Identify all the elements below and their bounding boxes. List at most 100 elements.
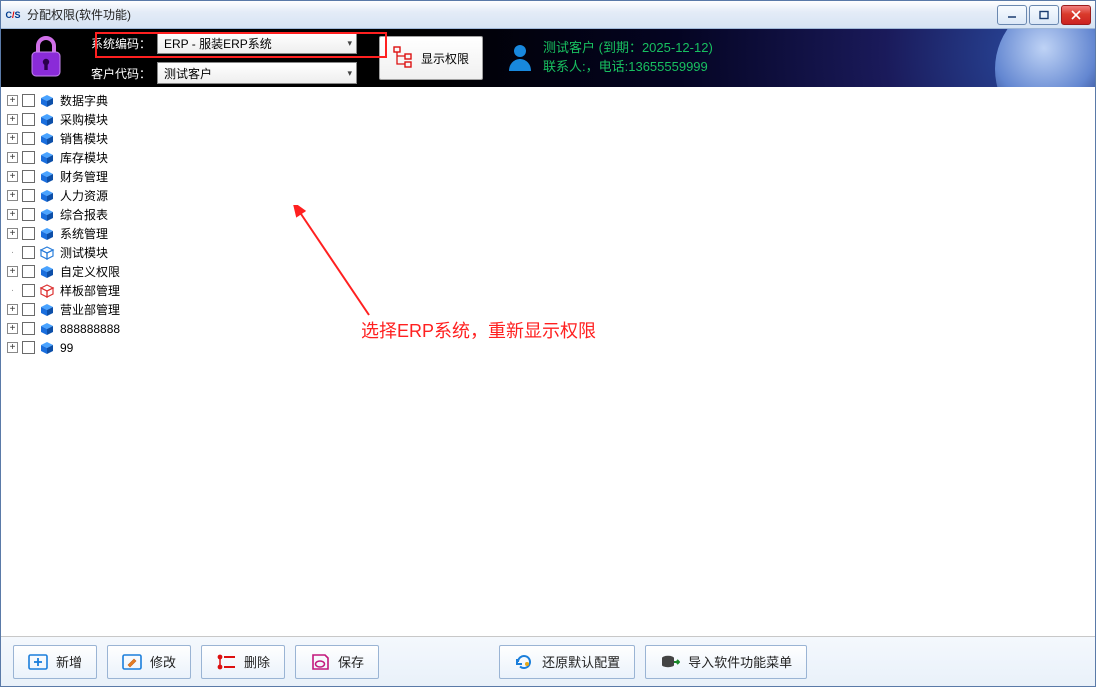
checkbox[interactable] [22,132,35,145]
chevron-down-icon: ▾ [347,38,352,49]
checkbox[interactable] [22,265,35,278]
restore-icon [514,653,534,671]
edit-button[interactable]: 修改 [107,645,191,679]
checkbox[interactable] [22,246,35,259]
permission-tree[interactable]: +数据字典+采购模块+销售模块+库存模块+财务管理+人力资源+综合报表+系统管理… [1,87,1095,636]
cube-icon [39,189,55,203]
lock-icon [11,34,81,83]
expand-icon[interactable]: + [7,209,18,220]
import-icon [660,653,680,671]
checkbox[interactable] [22,208,35,221]
customer-info: 测试客户 (到期：2025-12-12) 联系人:，电话:13655559999 [507,39,713,77]
tree-item[interactable]: ·样板部管理 [7,281,1089,300]
tree-item[interactable]: +数据字典 [7,91,1089,110]
customer-line2: 联系人:，电话:13655559999 [543,58,713,77]
tree-item[interactable]: + 采购模块 [7,110,1089,129]
expand-icon[interactable]: + [7,152,18,163]
expand-icon[interactable]: + [7,95,18,106]
restore-button[interactable]: 还原默认配置 [499,645,635,679]
cube-icon [39,208,55,222]
window-controls [997,5,1091,25]
delete-label: 删除 [244,652,270,671]
add-label: 新增 [56,652,82,671]
cube-icon [39,303,55,317]
expand-icon[interactable]: + [7,133,18,144]
cube-icon [39,94,55,108]
expand-icon[interactable]: + [7,323,18,334]
tree-item[interactable]: ·测试模块 [7,243,1089,262]
tree-item[interactable]: +99 [7,338,1089,357]
expand-icon[interactable]: + [7,190,18,201]
edit-icon [122,653,142,671]
cube-icon [39,284,55,298]
cube-icon [39,113,55,127]
checkbox[interactable] [22,113,35,126]
cube-icon [39,132,55,146]
tree-item[interactable]: + 销售模块 [7,129,1089,148]
tree-item-label: 888888888 [60,322,120,336]
system-code-label: 系统编码： [91,35,151,52]
import-button[interactable]: 导入软件功能菜单 [645,645,807,679]
expand-icon[interactable]: + [7,114,18,125]
minimize-button[interactable] [997,5,1027,25]
tree-item-label: 人力资源 [60,187,108,204]
tree-item[interactable]: + 财务管理 [7,167,1089,186]
checkbox[interactable] [22,151,35,164]
checkbox[interactable] [22,341,35,354]
tree-item[interactable]: +888888888 [7,319,1089,338]
tree-item[interactable]: + 系统管理 [7,224,1089,243]
tree-item-label: 自定义权限 [60,263,120,280]
tree-item-label: 营业部管理 [60,301,120,318]
tree-item-label: 财务管理 [60,168,108,185]
add-icon [28,653,48,671]
checkbox[interactable] [22,170,35,183]
restore-label: 还原默认配置 [542,652,620,671]
chevron-down-icon: ▾ [347,68,352,79]
checkbox[interactable] [22,284,35,297]
cube-icon [39,322,55,336]
cube-icon [39,341,55,355]
checkbox[interactable] [22,94,35,107]
customer-code-label: 客户代码： [91,65,151,82]
tree-item-label: 采购模块 [60,111,108,128]
add-button[interactable]: 新增 [13,645,97,679]
save-icon [310,653,330,671]
tree-connector: · [7,247,18,258]
window-title: 分配权限(软件功能) [27,6,131,23]
checkbox[interactable] [22,303,35,316]
tree-item[interactable]: + 自定义权限 [7,262,1089,281]
show-permission-button[interactable]: 显示权限 [379,36,483,80]
tree-item[interactable]: + 营业部管理 [7,300,1089,319]
main-area: +数据字典+采购模块+销售模块+库存模块+财务管理+人力资源+综合报表+系统管理… [1,87,1095,636]
cube-icon [39,265,55,279]
tree-item-label: 综合报表 [60,206,108,223]
checkbox[interactable] [22,189,35,202]
tree-item-label: 系统管理 [60,225,108,242]
tree-item-label: 销售模块 [60,130,108,147]
titlebar: C/S 分配权限(软件功能) [1,1,1095,29]
header-banner: 系统编码： ERP - 服装ERP系统 ▾ 客户代码： 测试客户 ▾ 显示权限 … [1,29,1095,87]
maximize-button[interactable] [1029,5,1059,25]
expand-icon[interactable]: + [7,266,18,277]
cube-icon [39,227,55,241]
expand-icon[interactable]: + [7,304,18,315]
save-button[interactable]: 保存 [295,645,379,679]
customer-code-combo[interactable]: 测试客户 ▾ [157,62,357,84]
tree-item-label: 样板部管理 [60,282,120,299]
close-button[interactable] [1061,5,1091,25]
expand-icon[interactable]: + [7,342,18,353]
system-code-combo[interactable]: ERP - 服装ERP系统 ▾ [157,32,357,54]
person-icon [507,43,533,74]
expand-icon[interactable]: + [7,228,18,239]
tree-item[interactable]: + 综合报表 [7,205,1089,224]
tree-item[interactable]: +库存模块 [7,148,1089,167]
cube-icon [39,170,55,184]
tree-item[interactable]: + 人力资源 [7,186,1089,205]
cube-icon [39,151,55,165]
delete-button[interactable]: 删除 [201,645,285,679]
checkbox[interactable] [22,227,35,240]
edit-label: 修改 [150,652,176,671]
expand-icon[interactable]: + [7,171,18,182]
checkbox[interactable] [22,322,35,335]
customer-code-value: 测试客户 [164,65,212,82]
